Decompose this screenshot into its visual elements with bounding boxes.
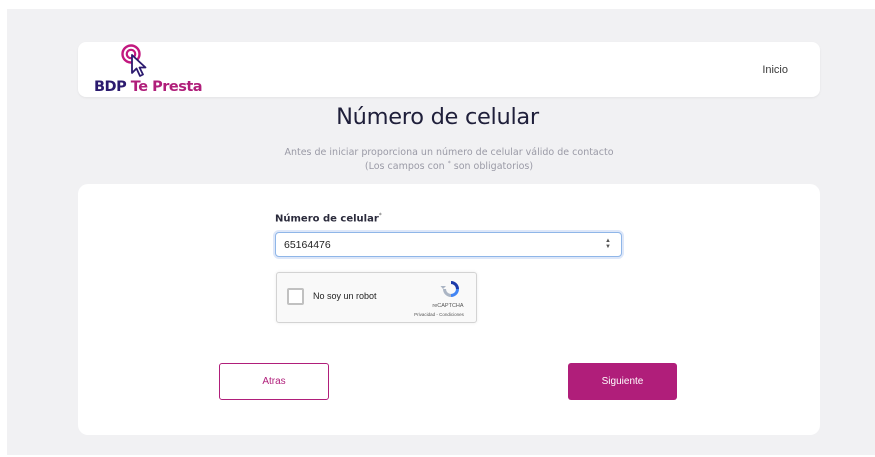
recaptcha-checkbox[interactable] (287, 288, 304, 305)
brand-logo-text: BDP Te Presta (94, 79, 203, 95)
subtitle-required-star: * (447, 160, 451, 167)
recaptcha-logo-icon (440, 281, 459, 297)
recaptcha-widget: No soy un robot reCAPTCHA Privacidad - C… (276, 272, 477, 323)
subtitle-prefix: (Los campos con (364, 161, 445, 173)
subtitle-line-1: Antes de iniciar proporciona un número d… (284, 147, 614, 158)
recaptcha-brand: reCAPTCHA (432, 303, 464, 309)
logo-word-bdp: BDP (94, 79, 127, 95)
subtitle-line-2: (Los campos con * son obligatorios) (0, 158, 875, 172)
subtitle-suffix: son obligatorios) (453, 161, 534, 173)
phone-label-text: Número de celular (275, 213, 379, 225)
logo-word-te-presta: Te Presta (130, 79, 203, 95)
phone-number-input[interactable] (275, 232, 622, 257)
nav-inicio-link[interactable]: Inicio (762, 64, 788, 76)
form-card: Número de celular* ▲▼ No soy un robot re… (78, 184, 820, 435)
header: BDP Te Presta Inicio (78, 42, 820, 97)
page-subtitle: Antes de iniciar proporciona un número d… (0, 147, 875, 172)
back-button[interactable]: Atras (219, 363, 329, 400)
cursor-click-icon (121, 44, 147, 77)
phone-field-label: Número de celular* (275, 212, 382, 224)
number-spinner-icon[interactable]: ▲ ▼ (604, 238, 612, 252)
recaptcha-links[interactable]: Privacidad - Condiciones (403, 312, 475, 317)
next-button[interactable]: Siguiente (568, 363, 677, 400)
page-title: Número de celular (336, 104, 539, 130)
required-mark: * (378, 212, 382, 219)
recaptcha-label: No soy un robot (313, 291, 377, 301)
